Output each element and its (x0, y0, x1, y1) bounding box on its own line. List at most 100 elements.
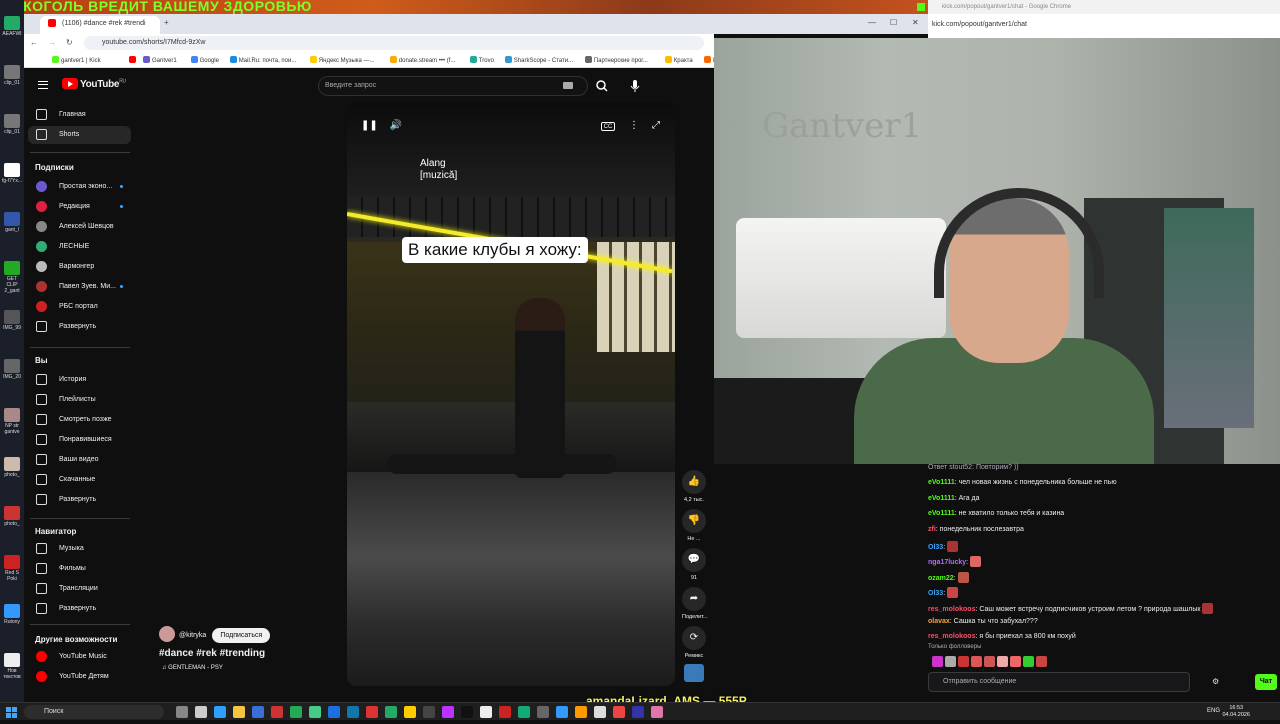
forward-icon[interactable]: → (48, 38, 56, 47)
taskbar-app-icon[interactable] (328, 706, 340, 718)
subscribe-button[interactable]: Подписаться (212, 628, 271, 643)
subscriptions-header[interactable]: Подписки (35, 163, 74, 172)
taskbar-app-icon[interactable] (651, 706, 663, 718)
tab-youtube[interactable]: (1106) #dance #rek #trendi (40, 16, 160, 34)
chat-username[interactable]: eVo1111 (928, 495, 955, 502)
url-field[interactable]: youtube.com/shorts/I7Mfcd-9zXw (84, 36, 704, 50)
taskbar-app-icon[interactable] (594, 706, 606, 718)
chat-username[interactable]: Ol33 (928, 590, 943, 597)
shorts-action[interactable]: ⟳ Ремикс (682, 626, 706, 659)
new-tab-button[interactable]: + (164, 18, 169, 27)
sidebar-item-navigator[interactable]: Трансляции (28, 580, 131, 598)
taskbar-app-icon[interactable] (575, 706, 587, 718)
desktop-icon[interactable]: Нов текстов (1, 653, 23, 680)
chat-username[interactable]: eVo1111 (928, 479, 955, 486)
taskbar-app-icon[interactable] (195, 706, 207, 718)
channel-name[interactable]: @kitryka (179, 632, 206, 639)
taskbar-app-icon[interactable] (461, 706, 473, 718)
you-header[interactable]: Вы (35, 356, 48, 365)
sidebar-item-subscription[interactable]: Развернуть (28, 318, 131, 336)
taskbar-app-icon[interactable] (252, 706, 264, 718)
bookmark-item[interactable]: donate.stream ••• (f... (389, 56, 455, 64)
search-input[interactable]: Введите запрос (318, 76, 588, 96)
desktop-icon[interactable]: GET CLIP 2_gant (1, 261, 23, 294)
bookmark-item[interactable]: Яндекс Музыка —... (309, 56, 375, 64)
bookmark-item[interactable]: Партнерские прог... (584, 56, 648, 64)
chat-username[interactable]: eVo1111 (928, 510, 955, 517)
video-hashtags[interactable]: #dance #rek #trending (159, 648, 265, 659)
desktop-icon[interactable]: clip_01 (1, 65, 23, 86)
dislike-icon[interactable]: 👎 (682, 509, 706, 533)
more-options-icon[interactable]: ⋮ (627, 119, 641, 133)
taskbar-app-icon[interactable] (233, 706, 245, 718)
desktop-icon[interactable]: Rutony (1, 604, 23, 625)
taskbar-search[interactable]: Поиск (24, 705, 164, 719)
chat-username[interactable]: zfi (928, 526, 936, 533)
bookmark-item[interactable]: Mail.Ru: почта, пои... (229, 56, 296, 64)
navigator-header[interactable]: Навигатор (35, 527, 76, 536)
sidebar-item-subscription[interactable]: РБС портал (28, 298, 131, 316)
windows-start-icon[interactable] (6, 706, 18, 718)
chat-username[interactable]: olavax (928, 618, 950, 625)
desktop-icon[interactable]: gant_l (1, 212, 23, 233)
taskbar-app-icon[interactable] (271, 706, 283, 718)
taskbar-app-icon[interactable] (404, 706, 416, 718)
like-icon[interactable]: 👍 (682, 470, 706, 494)
sidebar-item-subscription[interactable]: Простая эконо... (28, 178, 131, 196)
desktop-icon[interactable]: Red S Poki (1, 555, 23, 582)
taskbar-app-icon[interactable] (366, 706, 378, 718)
share-icon[interactable]: ➦ (682, 587, 706, 611)
sidebar-item-subscription[interactable]: Алексей Шевцов (28, 218, 131, 236)
volume-icon[interactable]: 🔊 (389, 119, 403, 133)
chat-username[interactable]: res_molokoos (928, 606, 975, 613)
bookmark-item[interactable]: gantver1 | Kick (52, 56, 101, 64)
taskbar-app-icon[interactable] (423, 706, 435, 718)
desktop-icon[interactable]: AEAFWI (1, 16, 23, 37)
bookmark-item[interactable]: SharkScope - Стати... (504, 56, 573, 64)
settings-icon[interactable]: ⚙ (1212, 677, 1219, 686)
shorts-video-player[interactable]: Alang [muzică] В какие клубы я хожу: ❚❚ 🔊… (347, 102, 675, 686)
bookmark-item[interactable]: Gantver1 (143, 56, 177, 64)
bookmark-item[interactable]: Кракта (664, 56, 693, 64)
back-icon[interactable]: ← (30, 38, 38, 47)
shorts-action[interactable]: ➦ Поделит... (682, 587, 708, 620)
taskbar-app-icon[interactable] (480, 706, 492, 718)
sidebar-item-navigator[interactable]: Развернуть (28, 600, 131, 618)
shorts-action[interactable]: 💬 91 (682, 548, 706, 581)
desktop-icon[interactable]: NP str gantve (1, 408, 23, 435)
more-header[interactable]: Другие возможности (35, 635, 117, 644)
sidebar-item-you[interactable]: Плейлисты (28, 391, 131, 409)
desktop-icon[interactable]: IMG_99 (1, 310, 23, 331)
reload-icon[interactable]: ↻ (66, 38, 73, 47)
captions-icon[interactable]: CC (601, 122, 615, 131)
sidebar-item-navigator[interactable]: Музыка (28, 540, 131, 558)
bookmark-item[interactable]: Trovo (469, 56, 494, 64)
chat-username[interactable]: nga17lucky (928, 559, 966, 566)
taskbar-app-icon[interactable] (613, 706, 625, 718)
channel-avatar[interactable] (159, 626, 175, 642)
chat-send-button[interactable]: Чат (1255, 674, 1277, 690)
sidebar-item-subscription[interactable]: Павел Зуев. Ми... (28, 278, 131, 296)
taskbar-app-icon[interactable] (442, 706, 454, 718)
desktop-icon[interactable]: IMG_20 (1, 359, 23, 380)
pause-icon[interactable]: ❚❚ (361, 119, 378, 133)
youtube-logo[interactable]: YouTubeRU (62, 78, 126, 90)
sidebar-item-you[interactable]: Смотреть позже (28, 411, 131, 429)
taskbar-app-icon[interactable] (385, 706, 397, 718)
sidebar-item-you[interactable]: История (28, 371, 131, 389)
sidebar-item-home[interactable]: Главная (28, 106, 131, 124)
menu-icon[interactable] (38, 81, 48, 89)
sidebar-item-shorts[interactable]: Shorts (28, 126, 131, 144)
sidebar-item-more[interactable]: YouTube Детям (28, 668, 131, 686)
sidebar-item-subscription[interactable]: Вармонгер (28, 258, 131, 276)
search-icon[interactable] (594, 78, 610, 94)
keyboard-icon[interactable] (563, 82, 573, 89)
bookmark-item[interactable]: Google (190, 56, 219, 64)
sidebar-item-navigator[interactable]: Фильмы (28, 560, 131, 578)
taskbar-app-icon[interactable] (556, 706, 568, 718)
taskbar-app-icon[interactable] (537, 706, 549, 718)
taskbar-app-icon[interactable] (214, 706, 226, 718)
desktop-icon[interactable]: clip_01 (1, 114, 23, 135)
desktop-icon[interactable]: photo_ (1, 457, 23, 478)
taskbar-app-icon[interactable] (309, 706, 321, 718)
